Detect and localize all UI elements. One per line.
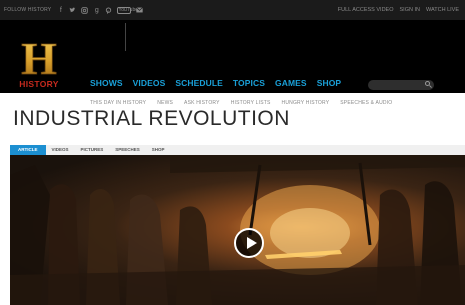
- subnav-ask-history[interactable]: ASK HISTORY: [184, 100, 220, 106]
- nav-shows[interactable]: SHOWS: [90, 78, 123, 88]
- tab-speeches[interactable]: SPEECHES: [109, 145, 146, 155]
- sign-in-link[interactable]: SIGN IN: [400, 7, 420, 13]
- search-input[interactable]: [368, 80, 434, 90]
- subnav-hungry-history[interactable]: HUNGRY HISTORY: [282, 100, 330, 106]
- follow-history-label: FOLLOW HISTORY: [4, 7, 52, 13]
- watch-live-link[interactable]: WATCH LIVE: [426, 7, 459, 13]
- youtube-icon[interactable]: YouTube: [117, 6, 138, 14]
- page-title: INDUSTRIAL REVOLUTION: [13, 107, 290, 130]
- nav-videos[interactable]: VIDEOS: [133, 78, 166, 88]
- play-icon: [247, 237, 257, 249]
- nav-shop[interactable]: SHOP: [317, 78, 342, 88]
- tab-shop[interactable]: SHOP: [146, 145, 171, 155]
- subnav-speeches-audio[interactable]: SPEECHES & AUDIO: [340, 100, 392, 106]
- play-button[interactable]: [234, 228, 264, 258]
- subnav-history-lists[interactable]: HISTORY LISTS: [231, 100, 271, 106]
- hero-video[interactable]: [10, 155, 465, 305]
- content-tabs: ARTICLE VIDEOS PICTURES SPEECHES SHOP: [10, 145, 465, 155]
- main-nav: SHOWS VIDEOS SCHEDULE TOPICS GAMES SHOP: [90, 78, 341, 88]
- account-links: FULL ACCESS VIDEO SIGN IN WATCH LIVE: [338, 0, 459, 20]
- hero-painting-image: [10, 155, 465, 305]
- facebook-icon[interactable]: f: [57, 7, 64, 14]
- nav-schedule[interactable]: SCHEDULE: [175, 78, 223, 88]
- nav-topics[interactable]: TOPICS: [233, 78, 265, 88]
- full-access-video-link[interactable]: FULL ACCESS VIDEO: [338, 7, 394, 13]
- instagram-icon[interactable]: [81, 6, 89, 14]
- tab-article[interactable]: ARTICLE: [10, 145, 46, 155]
- tab-videos[interactable]: VIDEOS: [46, 145, 75, 155]
- subnav-this-day-in-history[interactable]: THIS DAY IN HISTORY: [90, 100, 146, 106]
- logo-h-letter: H: [21, 38, 57, 84]
- header-divider: [125, 23, 126, 51]
- logo-wordmark: HISTORY: [19, 79, 58, 89]
- site-header: H HISTORY SHOWS VIDEOS SCHEDULE TOPICS G…: [0, 20, 465, 106]
- tab-pictures[interactable]: PICTURES: [75, 145, 110, 155]
- twitter-icon[interactable]: [69, 7, 76, 14]
- google-plus-icon[interactable]: g: [93, 7, 100, 14]
- history-logo[interactable]: H HISTORY: [10, 33, 68, 90]
- email-icon[interactable]: [136, 6, 144, 14]
- top-utility-bar: FOLLOW HISTORY f g YouTube FULL ACCESS V…: [0, 0, 465, 20]
- search-icon[interactable]: [425, 81, 430, 86]
- social-links: f g YouTube: [57, 6, 144, 14]
- nav-games[interactable]: GAMES: [275, 78, 307, 88]
- pinterest-icon[interactable]: [105, 6, 112, 14]
- subnav-news[interactable]: NEWS: [157, 100, 173, 106]
- sub-nav: THIS DAY IN HISTORY NEWS ASK HISTORY HIS…: [90, 100, 392, 106]
